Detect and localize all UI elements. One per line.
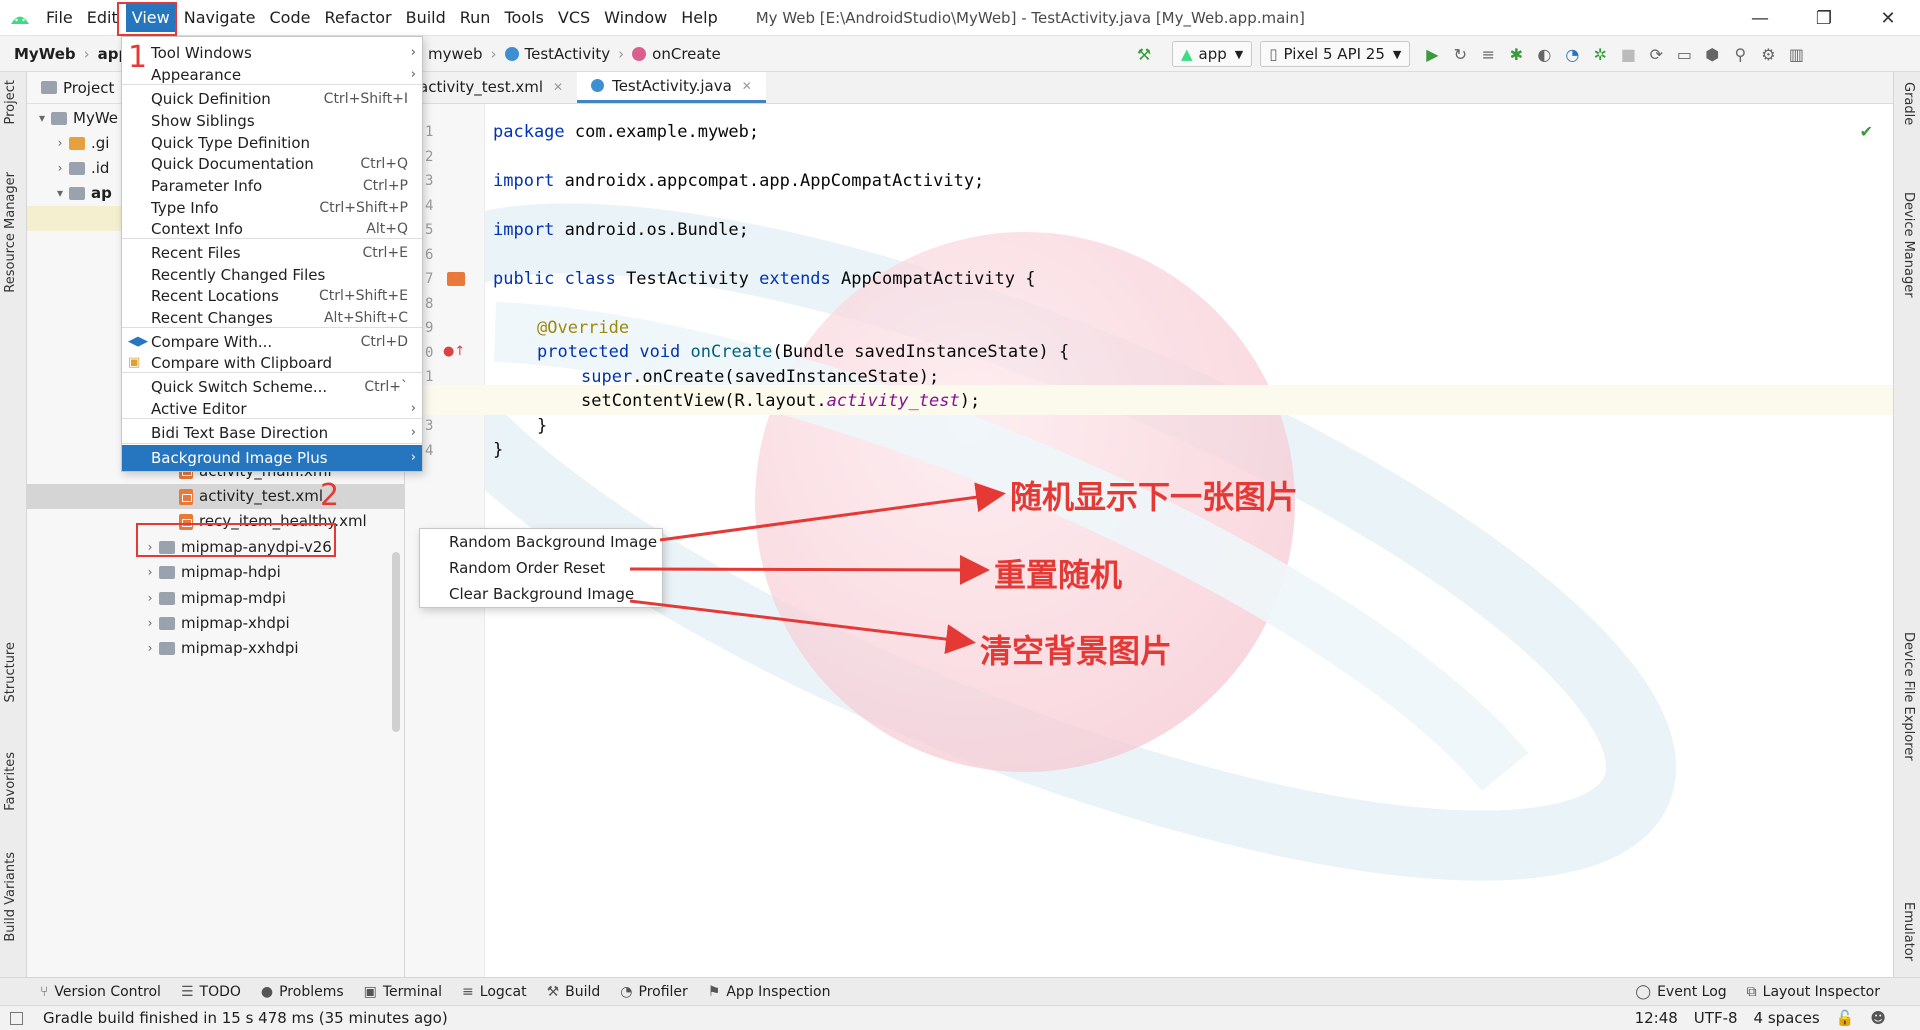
tab-label: Profiler (638, 983, 688, 1000)
lock-icon[interactable]: 🔓 (1836, 1009, 1855, 1027)
arrow-clear-image (629, 599, 976, 655)
annotation-arrows (629, 482, 1006, 655)
annotation-random-image: 随机显示下一张图片 (1010, 478, 1299, 516)
hammer-icon: ⚒ (546, 983, 560, 1000)
indent-setting[interactable]: 4 spaces (1754, 1009, 1820, 1027)
app-inspection-tab[interactable]: ⚑ App Inspection (708, 984, 831, 1000)
problems-tab[interactable]: ● Problems (261, 984, 344, 1000)
tab-label: Terminal (382, 983, 443, 1000)
terminal-icon: ▣ (363, 983, 377, 1000)
file-encoding[interactable]: UTF-8 (1694, 1009, 1738, 1027)
status-toggle-icon[interactable] (10, 1011, 23, 1025)
tab-label: Logcat (479, 983, 527, 1000)
list-icon: ☰ (180, 983, 194, 1000)
tab-label: Event Log (1657, 983, 1727, 1000)
event-log-tab[interactable]: ◯ Event Log (1635, 984, 1726, 1000)
version-control-tab[interactable]: ⑂ Version Control (40, 984, 161, 1000)
logcat-tab[interactable]: ≡ Logcat (462, 984, 527, 1000)
arrow-random-reset (629, 554, 990, 585)
annotation-random-reset: 重置随机 (994, 556, 1123, 594)
tab-label: TODO (199, 983, 241, 1000)
terminal-tab[interactable]: ▣ Terminal (364, 984, 442, 1000)
arrow-random-image (659, 482, 1006, 542)
build-tab[interactable]: ⚒ Build (547, 984, 601, 1000)
gauge-icon: ◔ (620, 983, 633, 1000)
event-log-icon: ◯ (1635, 983, 1652, 1000)
branch-icon: ⑂ (40, 983, 49, 1000)
layout-inspector-icon: ⧉ (1746, 983, 1757, 1000)
tab-label: Problems (279, 983, 344, 1000)
layout-inspector-tab[interactable]: ⧉ Layout Inspector (1747, 984, 1880, 1000)
logcat-icon: ≡ (462, 983, 474, 1000)
tab-label: Build (565, 983, 601, 1000)
annotation-clear-image: 清空背景图片 (980, 632, 1173, 670)
tab-label: App Inspection (726, 983, 831, 1000)
inspection-icon: ⚑ (707, 983, 721, 1000)
tab-label: Version Control (54, 983, 161, 1000)
info-icon: ● (260, 983, 274, 1000)
profiler-tab[interactable]: ◔ Profiler (620, 984, 688, 1000)
todo-tab[interactable]: ☰ TODO (181, 984, 241, 1000)
tab-label: Layout Inspector (1762, 983, 1880, 1000)
status-bar: Gradle build finished in 15 s 478 ms (35… (0, 1005, 1920, 1030)
inspector-icon[interactable]: ☻ (1870, 1009, 1886, 1027)
status-message[interactable]: Gradle build finished in 15 s 478 ms (35… (43, 1009, 448, 1027)
caret-position[interactable]: 12:48 (1635, 1009, 1678, 1027)
tool-window-bar: ⑂ Version Control ☰ TODO ● Problems ▣ Termin… (0, 977, 1920, 1005)
